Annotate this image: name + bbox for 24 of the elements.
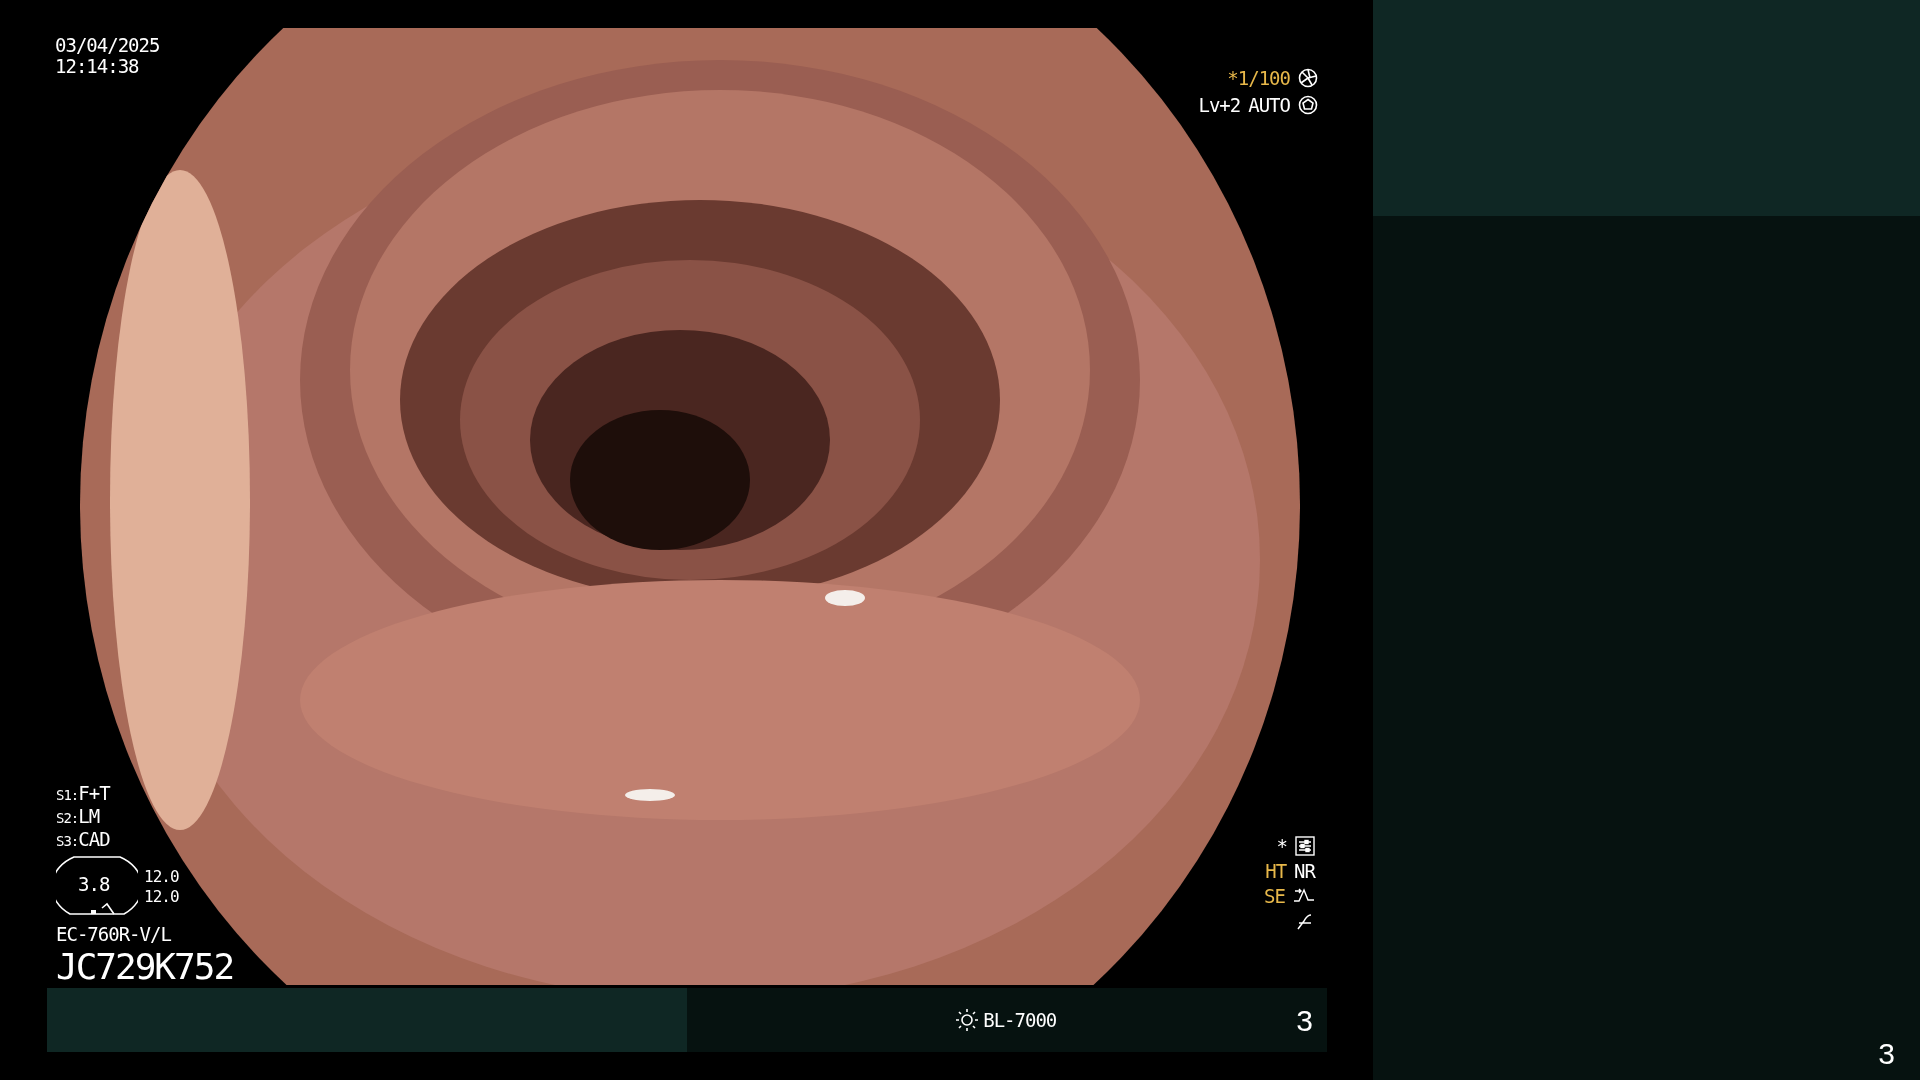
date-text: 03/04/2025 [55, 35, 160, 56]
shutter-icon [1298, 68, 1318, 89]
light-source-text: BL-7000 [983, 1009, 1057, 1031]
scope-serial-text: JC729K752 [56, 946, 234, 987]
exposure-mode-text: AUTO [1248, 94, 1290, 116]
page-number: 3 [1878, 1037, 1894, 1070]
gauge-reading: 12.0 [144, 888, 179, 906]
indicator-text: SE [1264, 885, 1285, 907]
gauge-value: 3.8 [78, 873, 110, 895]
switch-setting-text: S3:CAD [56, 828, 111, 850]
star-mark: * [1276, 836, 1287, 857]
scope-model-text: EC-760R-V/L [56, 923, 172, 945]
switch-setting-text: S1:F+T [56, 783, 112, 804]
page-number: 3 [1296, 1003, 1312, 1037]
sun-icon [955, 1008, 980, 1032]
iris-icon [1298, 95, 1318, 116]
shutter-text: *1/100 [1227, 68, 1290, 89]
switch-setting-text: S2:LM [56, 805, 101, 827]
indicator-text: NR [1294, 860, 1315, 882]
sliders-icon [1295, 836, 1315, 857]
indicator-text: HT [1265, 860, 1287, 882]
time-text: 12:14:38 [55, 55, 140, 77]
gauge-reading: 12.0 [144, 867, 179, 886]
exposure-text: Lv+2 [1198, 94, 1241, 116]
